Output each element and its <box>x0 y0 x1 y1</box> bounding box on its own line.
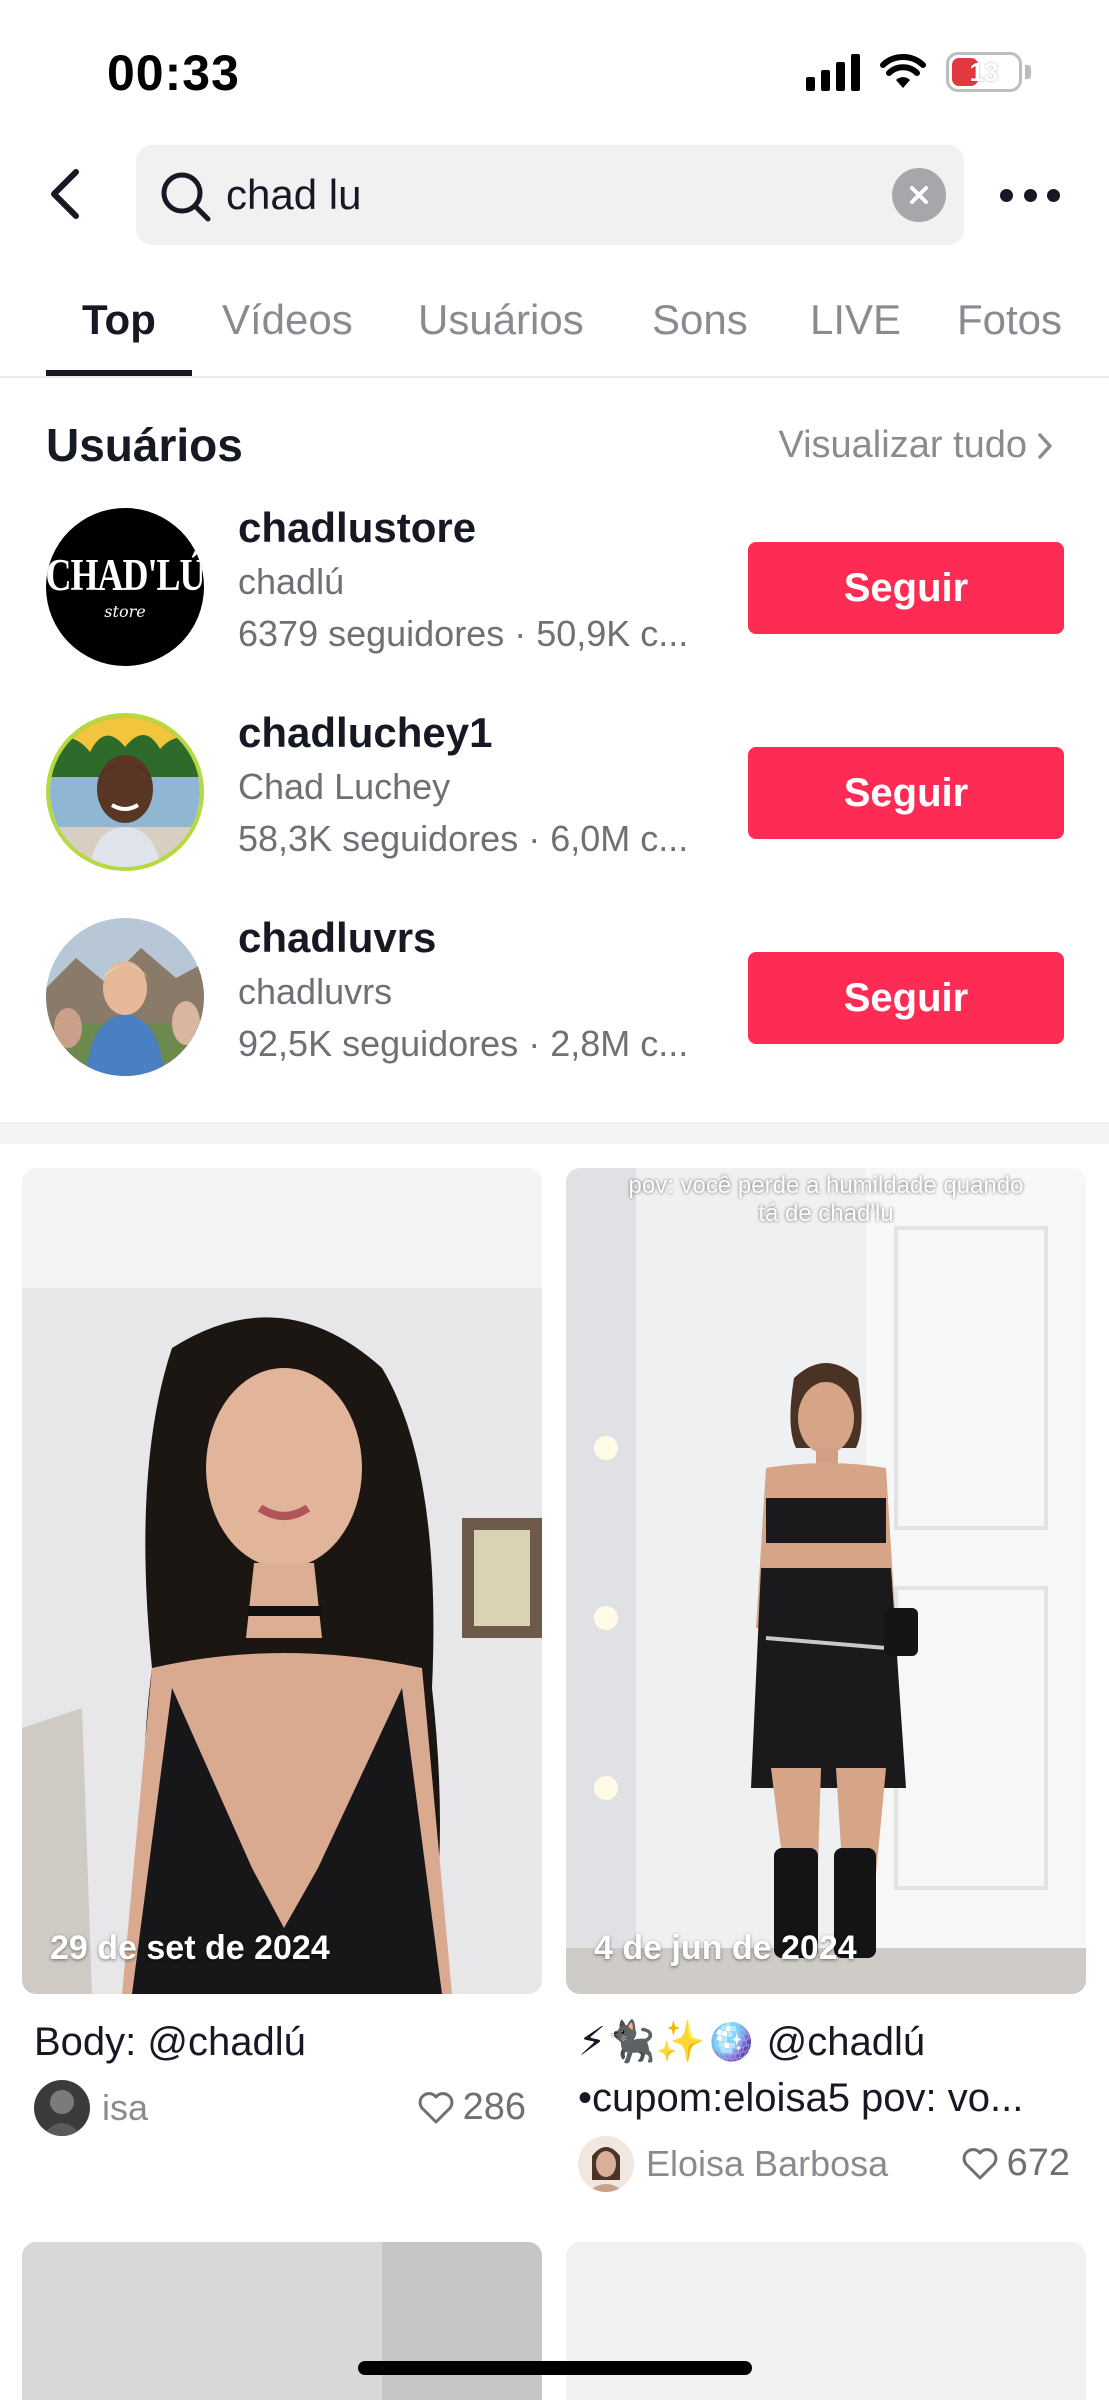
more-options-button[interactable] <box>1000 175 1060 215</box>
follow-button[interactable]: Seguir <box>748 542 1064 634</box>
tab-photos[interactable]: Fotos <box>957 296 1062 344</box>
username: chadluvrs <box>238 914 437 961</box>
video-caption: Body: @chadlú <box>34 2020 306 2064</box>
user-stats: 92,5K seguidores · 2,8M c... <box>238 1023 689 1064</box>
tab-sounds[interactable]: Sons <box>652 296 748 344</box>
tab-top[interactable]: Top <box>82 296 156 344</box>
video-thumbnail[interactable]: pov: você perde a humildade quando tá de… <box>566 1168 1086 1994</box>
user-row[interactable]: chadluchey1 Chad Luchey 58,3K seguidores… <box>0 695 1109 875</box>
video-meta: isa 286 <box>22 2076 542 2140</box>
avatar-photo <box>50 717 200 867</box>
avatar[interactable] <box>46 713 204 871</box>
wifi-icon <box>880 54 926 88</box>
author-avatar[interactable] <box>578 2136 634 2192</box>
tab-users[interactable]: Usuários <box>418 296 584 344</box>
status-bar: 00:33 13 <box>0 0 1109 140</box>
username: chadluchey1 <box>238 709 493 756</box>
like-count: 672 <box>961 2142 1070 2185</box>
status-icons: 13 <box>806 52 1031 92</box>
video-date: 4 de jun de 2024 <box>594 1929 857 1967</box>
search-tabs: Top Vídeos Usuários Sons LIVE Fotos <box>0 268 1109 378</box>
thumbnail-image <box>22 1168 542 1994</box>
tab-videos[interactable]: Vídeos <box>222 296 353 344</box>
chevron-right-icon <box>1038 432 1052 459</box>
section-divider <box>0 1122 1109 1144</box>
search-icon <box>161 172 211 222</box>
video-overlay-text: pov: você perde a humildade quando tá de… <box>628 1172 1024 1227</box>
cellular-signal-icon <box>806 53 860 91</box>
follow-button[interactable]: Seguir <box>748 952 1064 1044</box>
heart-icon <box>962 2147 997 2179</box>
video-date: 29 de set de 2024 <box>50 1929 330 1967</box>
user-info: chadlustore chadlú 6379 seguidores · 50,… <box>238 500 718 660</box>
user-row[interactable]: CHAD'LÚ store chadlustore chadlú 6379 se… <box>0 490 1109 670</box>
status-time: 00:33 <box>107 45 240 101</box>
view-all-label: Visualizar tudo <box>778 424 1027 466</box>
video-thumbnail[interactable]: 29 de set de 2024 <box>22 1168 542 1994</box>
search-input[interactable] <box>226 145 846 245</box>
nickname: chadluvrs <box>238 971 393 1012</box>
users-section-title: Usuários <box>46 419 243 471</box>
avatar[interactable] <box>46 918 204 1076</box>
author-name[interactable]: isa <box>102 2087 148 2129</box>
nickname: Chad Luchey <box>238 766 451 807</box>
nickname: chadlú <box>238 561 345 602</box>
thumbnail-image <box>566 1168 1086 1994</box>
like-count: 286 <box>417 2086 526 2129</box>
search-box[interactable] <box>136 145 964 245</box>
avatar-photo <box>46 918 204 1076</box>
avatar[interactable]: CHAD'LÚ store <box>46 508 204 666</box>
author-avatar[interactable] <box>34 2080 90 2136</box>
follow-button[interactable]: Seguir <box>748 747 1064 839</box>
view-all-link[interactable]: Visualizar tudo <box>778 424 1055 467</box>
avatar-logo-text: CHAD'LÚ <box>46 549 204 600</box>
user-info: chadluvrs chadluvrs 92,5K seguidores · 2… <box>238 910 718 1070</box>
battery-level: 13 <box>969 57 999 87</box>
user-stats: 58,3K seguidores · 6,0M c... <box>238 818 689 859</box>
chevron-left-icon <box>51 169 79 219</box>
search-header <box>0 140 1109 250</box>
author-name[interactable]: Eloisa Barbosa <box>646 2143 888 2185</box>
tab-live[interactable]: LIVE <box>810 296 901 344</box>
video-caption: ⚡🐈‍⬛✨🪩 @chadlú <box>578 2020 926 2064</box>
thumbnail-image <box>566 2242 1086 2400</box>
heart-icon <box>418 2091 453 2123</box>
video-meta: Eloisa Barbosa 672 <box>566 2132 1086 2196</box>
like-count-value: 672 <box>1006 2142 1070 2184</box>
active-tab-indicator <box>46 370 192 376</box>
video-thumbnail[interactable] <box>22 2242 542 2400</box>
user-row[interactable]: chadluvrs chadluvrs 92,5K seguidores · 2… <box>0 900 1109 1080</box>
video-thumbnail[interactable] <box>566 2242 1086 2400</box>
clear-search-button[interactable] <box>892 168 946 222</box>
video-caption-line2: •cupom:eloisa5 pov: vo... <box>578 2076 1024 2120</box>
thumbnail-image <box>22 2242 542 2400</box>
like-count-value: 286 <box>462 2086 526 2128</box>
avatar-logo-subtext: store <box>104 601 146 621</box>
user-info: chadluchey1 Chad Luchey 58,3K seguidores… <box>238 705 718 865</box>
username: chadlustore <box>238 504 477 551</box>
close-icon <box>910 186 928 204</box>
video-card[interactable]: 29 de set de 2024 Body: @chadlú isa 286 <box>22 1168 542 2140</box>
back-button[interactable] <box>36 166 92 222</box>
battery-icon: 13 <box>946 52 1022 92</box>
home-indicator <box>358 2361 752 2375</box>
video-card[interactable]: pov: você perde a humildade quando tá de… <box>566 1168 1086 2196</box>
user-stats: 6379 seguidores · 50,9K c... <box>238 613 689 654</box>
